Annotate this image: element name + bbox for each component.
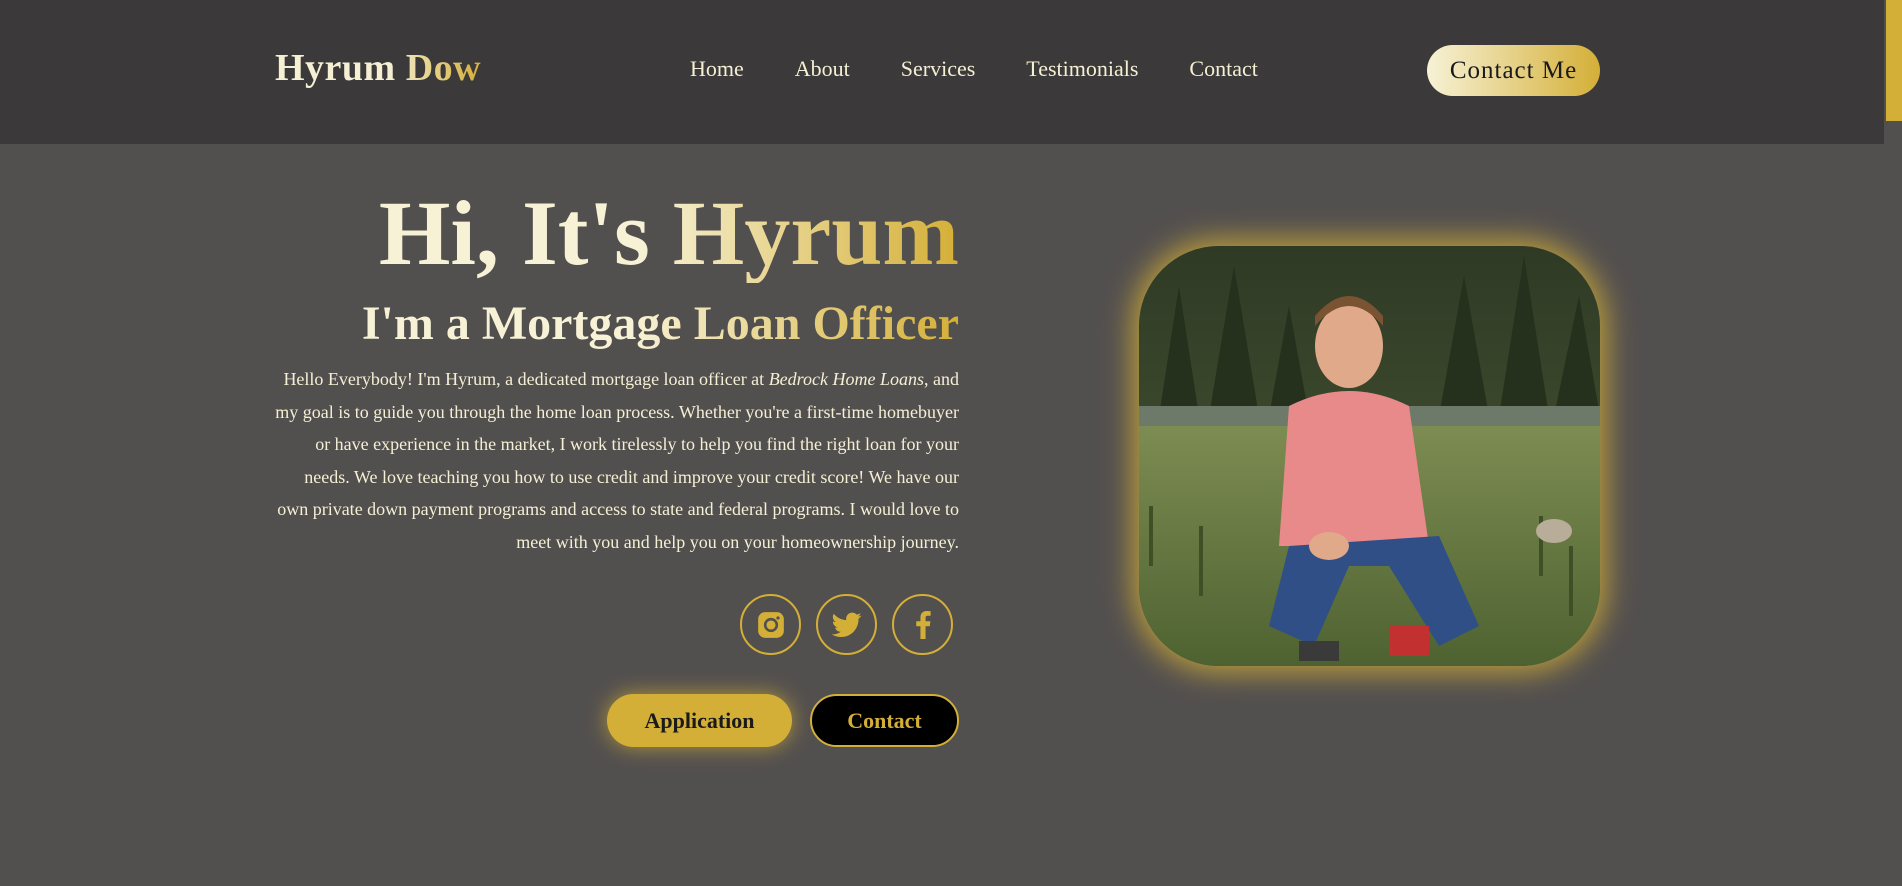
nav-item-home[interactable]: Home <box>690 56 744 82</box>
nav-item-contact[interactable]: Contact <box>1189 56 1257 82</box>
site-header: Hyrum Dow Home About Services Testimonia… <box>0 0 1884 144</box>
scrollbar-thumb[interactable] <box>1886 0 1902 121</box>
hero-description: Hello Everybody! I'm Hyrum, a dedicated … <box>275 363 959 558</box>
twitter-icon <box>831 612 861 637</box>
company-name: Bedrock Home Loans <box>768 369 924 389</box>
application-button[interactable]: Application <box>607 694 792 747</box>
hero-actions: Application Contact <box>607 694 959 747</box>
contact-button[interactable]: Contact <box>810 694 959 747</box>
instagram-icon <box>757 611 784 638</box>
page-scrollbar[interactable] <box>1884 0 1902 886</box>
facebook-icon <box>915 610 931 639</box>
nav-item-about[interactable]: About <box>795 56 850 82</box>
instagram-link[interactable] <box>740 594 801 655</box>
facebook-link[interactable] <box>892 594 953 655</box>
nav-item-testimonials[interactable]: Testimonials <box>1026 56 1138 82</box>
profile-photo <box>1139 246 1600 666</box>
hero-description-rest: , and my goal is to guide you through th… <box>275 369 959 552</box>
social-links <box>740 594 953 655</box>
nav-item-services[interactable]: Services <box>901 56 976 82</box>
hero-subtitle: I'm a Mortgage Loan Officer <box>362 294 959 354</box>
hero-description-intro: Hello Everybody! I'm Hyrum, a dedicated … <box>283 369 769 389</box>
hero-title: Hi, It's Hyrum <box>378 182 959 284</box>
main-nav: Home About Services Testimonials Contact <box>690 56 1309 82</box>
twitter-link[interactable] <box>816 594 877 655</box>
site-logo[interactable]: Hyrum Dow <box>275 46 481 90</box>
contact-me-button[interactable]: Contact Me <box>1427 45 1600 96</box>
